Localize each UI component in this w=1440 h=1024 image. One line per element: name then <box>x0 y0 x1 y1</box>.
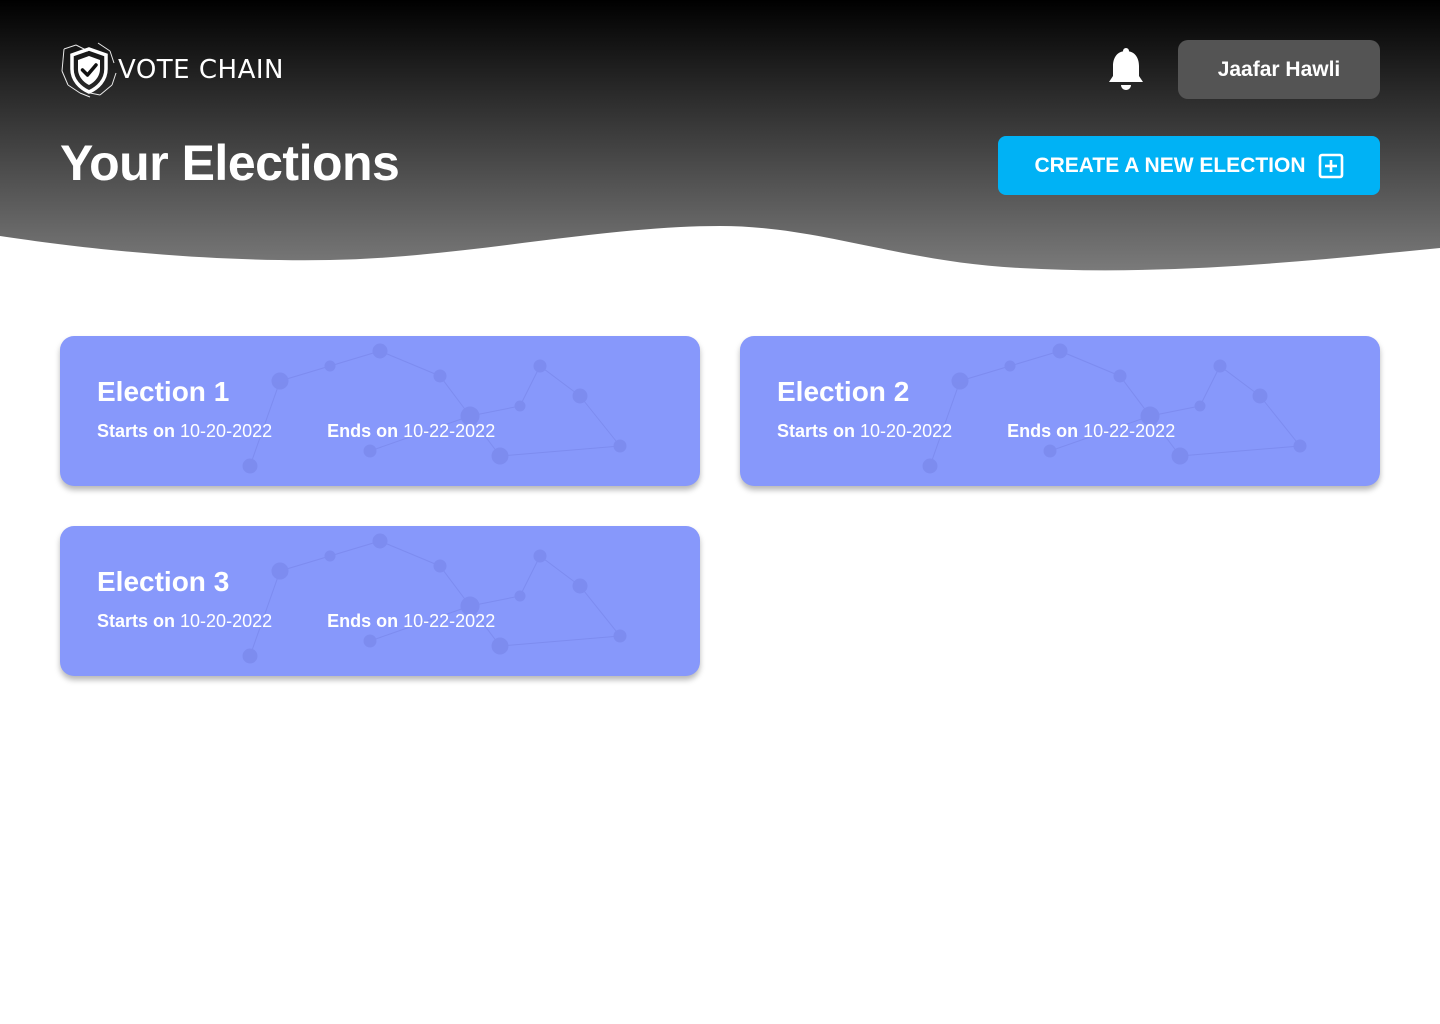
election-card[interactable]: Election 2 Starts on 10-20-2022 Ends on … <box>740 336 1380 486</box>
election-title: Election 1 <box>97 376 230 407</box>
election-title: Election 3 <box>97 566 230 597</box>
election-card[interactable]: Election 3 Starts on 10-20-2022 Ends on … <box>60 526 700 676</box>
network-pattern <box>922 343 1307 474</box>
start-label: Starts on <box>777 421 856 441</box>
election-title: Election 2 <box>777 376 910 407</box>
app-logo[interactable]: VOTE CHAIN <box>60 40 284 100</box>
end-label: Ends on <box>327 421 399 441</box>
start-value: 10-20-2022 <box>860 421 953 441</box>
end-date: Ends on 10-22-2022 <box>1007 421 1175 442</box>
election-dates: Starts on 10-20-2022 Ends on 10-22-2022 <box>97 421 495 442</box>
start-date: Starts on 10-20-2022 <box>97 421 272 442</box>
create-election-button[interactable]: CREATE A NEW ELECTION <box>998 136 1380 195</box>
end-value: 10-22-2022 <box>403 611 496 631</box>
page: VOTE CHAIN Jaafar Hawli Your Elections C… <box>0 0 1440 1024</box>
end-value: 10-22-2022 <box>403 421 496 441</box>
user-name: Jaafar Hawli <box>1217 57 1341 81</box>
start-date: Starts on 10-20-2022 <box>777 421 952 442</box>
user-profile-button[interactable]: Jaafar Hawli <box>1178 40 1380 99</box>
logo-text: VOTE CHAIN <box>118 55 284 85</box>
shield-check-icon <box>61 42 117 98</box>
election-dates: Starts on 10-20-2022 Ends on 10-22-2022 <box>777 421 1175 442</box>
election-dates: Starts on 10-20-2022 Ends on 10-22-2022 <box>97 611 495 632</box>
start-label: Starts on <box>97 611 176 631</box>
end-label: Ends on <box>327 611 399 631</box>
end-label: Ends on <box>1007 421 1079 441</box>
start-value: 10-20-2022 <box>180 421 273 441</box>
end-date: Ends on 10-22-2022 <box>327 421 495 442</box>
end-date: Ends on 10-22-2022 <box>327 611 495 632</box>
plus-square-icon <box>1318 153 1343 178</box>
network-pattern <box>242 533 627 664</box>
start-label: Starts on <box>97 421 176 441</box>
election-card[interactable]: Election 1 Starts on 10-20-2022 Ends on … <box>60 336 700 486</box>
network-pattern <box>242 343 627 474</box>
start-value: 10-20-2022 <box>180 611 273 631</box>
page-title: Your Elections <box>60 135 400 191</box>
create-election-label: CREATE A NEW ELECTION <box>1034 153 1306 177</box>
start-date: Starts on 10-20-2022 <box>97 611 272 632</box>
bell-icon[interactable] <box>1106 46 1146 92</box>
end-value: 10-22-2022 <box>1083 421 1176 441</box>
